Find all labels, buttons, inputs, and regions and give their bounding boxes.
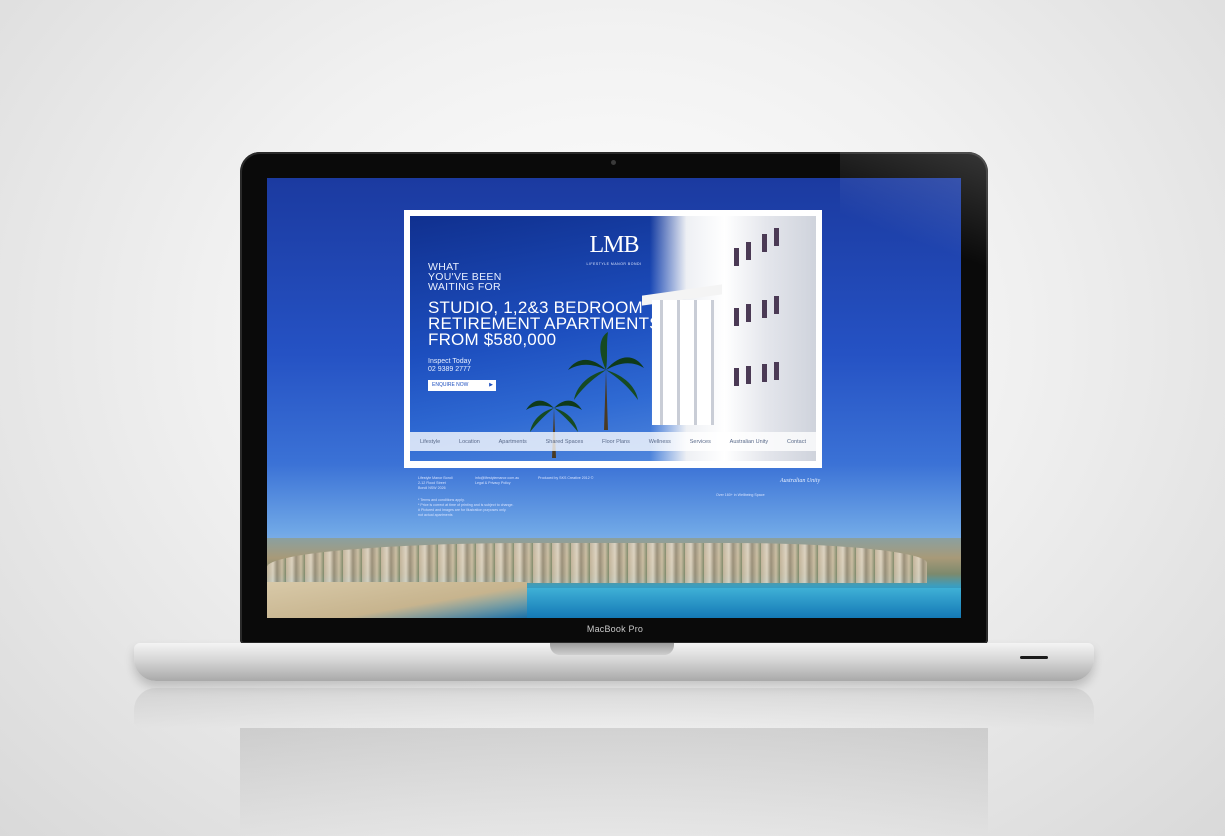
footer-credit[interactable]: Produced by SKS Creative 2012 © xyxy=(538,476,593,481)
nav-item-apartments[interactable]: Apartments xyxy=(499,439,527,445)
nav-item-lifestyle[interactable]: Lifestyle xyxy=(420,439,440,445)
footer-address-line: Bondi NSW 2026 xyxy=(418,486,446,490)
site-logo-subtitle: LIFESTYLE MANOR BONDI xyxy=(586,262,642,266)
building-windows xyxy=(722,228,816,428)
footer-notes: * Terms and conditions apply. * Price is… xyxy=(418,498,513,518)
headline-big-line: FROM $580,000 xyxy=(428,330,557,349)
main-nav: Lifestyle Location Apartments Shared Spa… xyxy=(410,432,816,451)
nav-item-location[interactable]: Location xyxy=(459,439,480,445)
inspect-label: Inspect Today xyxy=(428,358,472,365)
footer-legal-link[interactable]: Legal & Privacy Policy xyxy=(475,481,519,486)
footer-note: not actual apartments xyxy=(418,513,453,517)
laptop-brand-label: MacBook Pro xyxy=(586,624,644,634)
nav-item-shared-spaces[interactable]: Shared Spaces xyxy=(546,439,584,445)
town-skyline xyxy=(267,543,927,583)
lid-reflection xyxy=(240,728,988,836)
nav-item-wellness[interactable]: Wellness xyxy=(649,439,671,445)
nav-item-services[interactable]: Services xyxy=(690,439,711,445)
sand xyxy=(267,582,527,618)
site-logo[interactable]: LMB xyxy=(588,232,640,259)
building-columns xyxy=(652,300,714,425)
camera-icon xyxy=(611,160,616,165)
enquire-now-button[interactable]: ENQUIRE NOW ▶ xyxy=(428,380,496,391)
footer-contact: info@lifestylemanor.com.au Legal & Priva… xyxy=(475,476,519,486)
headline-small-line: WAITING FOR xyxy=(428,281,501,293)
australian-unity-logo[interactable]: Australian Unity xyxy=(780,478,820,484)
sea xyxy=(527,588,961,618)
nav-item-floor-plans[interactable]: Floor Plans xyxy=(602,439,630,445)
arrow-right-icon: ▶ xyxy=(489,382,493,388)
australian-unity-tagline: Over 160+ in Wellbeing Space xyxy=(716,493,765,497)
lid-notch xyxy=(550,643,674,655)
footer-address: Lifestyle Manor Bondi 2-12 Flood Street … xyxy=(418,476,453,491)
sleep-indicator-icon xyxy=(1020,656,1048,659)
nav-item-australian-unity[interactable]: Australian Unity xyxy=(730,439,769,445)
nav-item-contact[interactable]: Contact xyxy=(787,439,806,445)
enquire-now-label: ENQUIRE NOW xyxy=(432,382,469,388)
base-reflection xyxy=(134,688,1094,728)
phone-number[interactable]: 02 9389 2777 xyxy=(428,366,471,374)
